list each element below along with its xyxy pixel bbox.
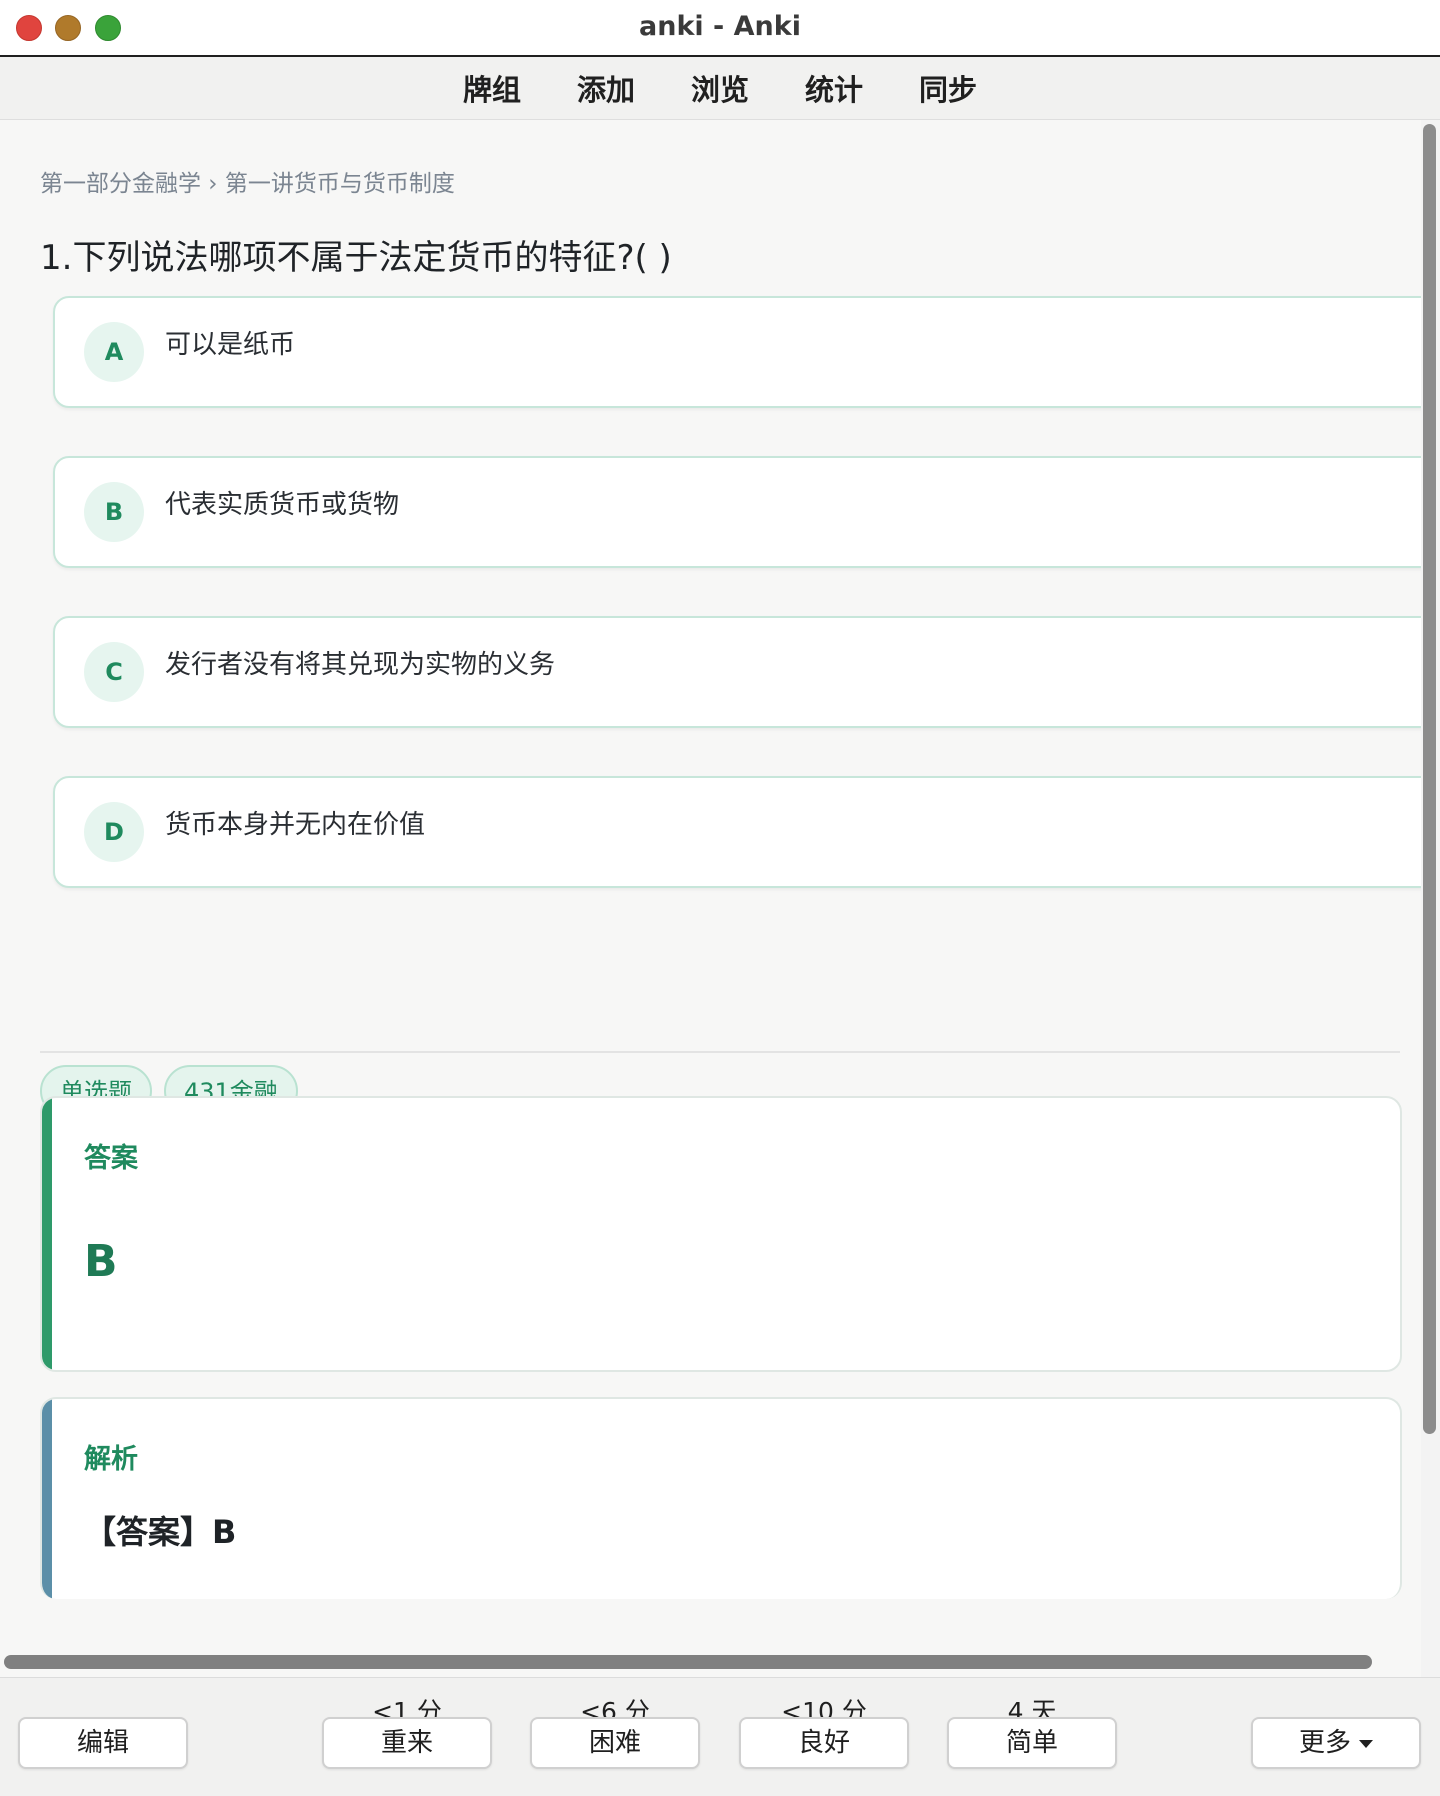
more-button-label: 更多 [1298,1728,1351,1758]
option-c[interactable]: C 发行者没有将其兑现为实物的义务 [53,616,1421,728]
hard-button[interactable]: 困难 [530,1717,700,1769]
toolbar-stats[interactable]: 统计 [777,67,891,109]
option-letter-badge: B [84,482,144,542]
toolbar-decks[interactable]: 牌组 [435,67,549,109]
horizontal-scrollbar-thumb[interactable] [4,1655,1372,1669]
edit-button[interactable]: 编辑 [18,1717,188,1769]
analysis-accent-bar [42,1399,52,1599]
toolbar-sync[interactable]: 同步 [891,67,1005,109]
easy-button[interactable]: 简单 [947,1717,1117,1769]
good-button[interactable]: 良好 [739,1717,909,1769]
card-content[interactable]: 第一部分金融学 › 第一讲货币与货币制度 1.下列说法哪项不属于法定货币的特征?… [0,120,1421,1677]
option-text: 代表实质货币或货物 [165,490,400,520]
question-text: 1.下列说法哪项不属于法定货币的特征?( ) [40,238,672,278]
option-b[interactable]: B 代表实质货币或货物 [53,456,1421,568]
option-text: 货币本身并无内在价值 [165,810,426,840]
anki-window: anki - Anki 牌组 添加 浏览 统计 同步 第一部分金融学 › 第一讲… [0,0,1440,1796]
title-bar: anki - Anki [0,0,1440,57]
option-text: 发行者没有将其兑现为实物的义务 [165,650,556,680]
answer-divider [40,1051,1400,1053]
answer-panel: 答案 B [40,1096,1402,1372]
main-toolbar: 牌组 添加 浏览 统计 同步 [0,57,1440,120]
option-letter-badge: C [84,642,144,702]
analysis-label: 解析 [84,1444,138,1475]
option-letter-badge: D [84,802,144,862]
again-button[interactable]: 重来 [322,1717,492,1769]
option-d[interactable]: D 货币本身并无内在价值 [53,776,1421,888]
chevron-down-icon [1359,1739,1373,1748]
breadcrumb: 第一部分金融学 › 第一讲货币与货币制度 [40,171,455,197]
answer-label: 答案 [84,1143,138,1174]
window-title: anki - Anki [639,11,801,42]
more-button[interactable]: 更多 [1251,1717,1421,1769]
answer-value: B [84,1236,118,1287]
analysis-panel: 解析 【答案】B [40,1397,1402,1599]
analysis-text: 【答案】B [84,1513,237,1551]
answer-accent-bar [42,1098,52,1370]
review-bottom-bar: 编辑 <1 分 重来 <6 分 困难 <10 分 良好 4 天 简单 更多 [0,1677,1440,1796]
toolbar-add[interactable]: 添加 [549,67,663,109]
option-text: 可以是纸币 [165,330,296,360]
vertical-scrollbar-thumb[interactable] [1423,124,1436,1434]
toolbar-browse[interactable]: 浏览 [663,67,777,109]
option-a[interactable]: A 可以是纸币 [53,296,1421,408]
option-letter-badge: A [84,322,144,382]
